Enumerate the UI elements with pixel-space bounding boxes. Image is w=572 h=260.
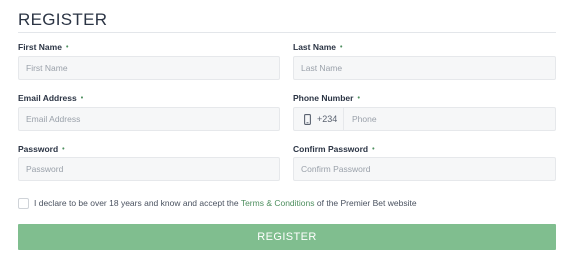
- confirm-password-input[interactable]: Confirm Password: [293, 157, 556, 181]
- required-marker: •: [340, 44, 343, 51]
- phone-label-text: Phone Number: [293, 93, 354, 103]
- terms-conditions-link[interactable]: Terms & Conditions: [241, 198, 315, 208]
- required-marker: •: [80, 95, 84, 102]
- required-marker: •: [65, 44, 69, 51]
- password-label: Password •: [18, 144, 65, 154]
- email-label: Email Address •: [18, 93, 83, 103]
- required-marker: •: [62, 146, 65, 153]
- last-name-placeholder: Last Name: [301, 63, 343, 73]
- phone-input[interactable]: Phone: [344, 114, 377, 124]
- phone-field: +234 Phone: [293, 107, 556, 131]
- declaration-after: of the Premier Bet website: [314, 198, 417, 208]
- declaration-before: I declare to be over 18 years and know a…: [34, 198, 241, 208]
- register-button[interactable]: REGISTER: [18, 224, 556, 250]
- declaration-text: I declare to be over 18 years and know a…: [34, 198, 417, 208]
- last-name-label-text: Last Name: [293, 42, 336, 52]
- last-name-label: Last Name •: [293, 42, 342, 52]
- first-name-input[interactable]: First Name: [18, 56, 280, 80]
- last-name-input[interactable]: Last Name: [293, 56, 556, 80]
- password-label-text: Password: [18, 144, 59, 154]
- age-terms-checkbox[interactable]: [18, 198, 29, 209]
- confirm-password-label-text: Confirm Password: [293, 144, 369, 154]
- email-label-text: Email Address: [18, 93, 77, 103]
- email-placeholder: Email Address: [26, 114, 81, 124]
- country-code: +234: [317, 114, 338, 124]
- confirm-password-label: Confirm Password •: [293, 144, 375, 154]
- password-input[interactable]: Password: [18, 157, 280, 181]
- title-divider: [18, 32, 556, 33]
- first-name-label: First Name •: [18, 42, 68, 52]
- required-marker: •: [372, 146, 375, 153]
- page-title: REGISTER: [18, 10, 108, 29]
- email-input[interactable]: Email Address: [18, 107, 280, 131]
- country-code-selector[interactable]: +234: [294, 108, 344, 130]
- password-placeholder: Password: [26, 164, 64, 174]
- required-marker: •: [357, 95, 360, 102]
- confirm-password-placeholder: Confirm Password: [301, 164, 371, 174]
- first-name-placeholder: First Name: [26, 63, 68, 73]
- phone-label: Phone Number •: [293, 93, 360, 103]
- first-name-label-text: First Name: [18, 42, 62, 52]
- mobile-phone-icon: [304, 113, 311, 125]
